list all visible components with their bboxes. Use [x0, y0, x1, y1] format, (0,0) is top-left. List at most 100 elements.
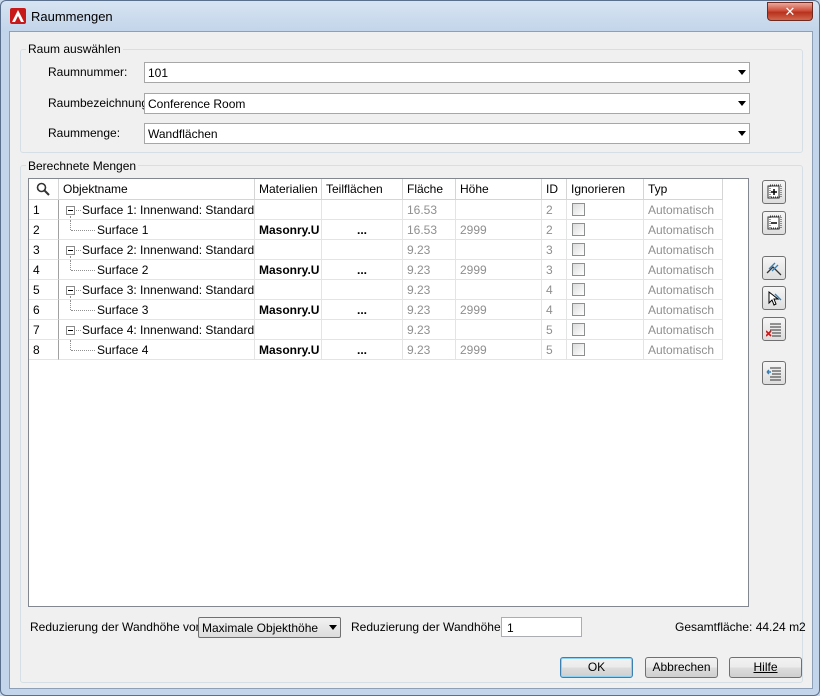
tree-child-label[interactable]: Surface 3 [59, 300, 255, 320]
type-cell[interactable]: Automatisch [644, 340, 723, 360]
search-header-cell[interactable] [29, 179, 59, 200]
id-cell[interactable]: 4 [542, 280, 567, 300]
ignore-checkbox[interactable] [572, 323, 585, 336]
col-header-height[interactable]: Höhe [456, 179, 542, 200]
room-quantity-dropdown[interactable]: Wandflächen [144, 123, 750, 144]
delete-row-button[interactable] [762, 317, 786, 341]
expand-all-button[interactable] [762, 180, 786, 204]
ignore-cell[interactable] [567, 260, 644, 280]
table-row[interactable]: 7 Surface 4: Innenwand: Standard 9.23 5 Auto… [29, 320, 723, 340]
ignore-checkbox[interactable] [572, 343, 585, 356]
material-cell[interactable]: Masonry.U [255, 260, 322, 280]
col-header-materials[interactable]: Materialien [255, 179, 322, 200]
height-cell[interactable]: 2999 [456, 340, 542, 360]
area-cell[interactable]: 9.23 [403, 320, 456, 340]
ignore-checkbox[interactable] [572, 243, 585, 256]
area-cell[interactable]: 16.53 [403, 200, 456, 220]
tree-parent-label[interactable]: Surface 3: Innenwand: Standard [59, 280, 255, 300]
ignore-checkbox[interactable] [572, 203, 585, 216]
collapse-node-icon[interactable] [66, 246, 75, 255]
subsurfaces-cell[interactable]: ... [322, 300, 403, 320]
cancel-button[interactable]: Abbrechen [645, 657, 718, 678]
area-cell[interactable]: 16.53 [403, 220, 456, 240]
room-name-dropdown[interactable]: Conference Room [144, 93, 750, 114]
height-cell[interactable] [456, 320, 542, 340]
subsurfaces-cell[interactable] [322, 240, 403, 260]
ignore-cell[interactable] [567, 220, 644, 240]
ignore-cell[interactable] [567, 200, 644, 220]
ignore-checkbox[interactable] [572, 263, 585, 276]
table-row[interactable]: 4 Surface 2 Masonry.U... 9.23 2999 3 Automatis… [29, 260, 723, 280]
area-cell[interactable]: 9.23 [403, 340, 456, 360]
col-header-name[interactable]: Objektname [59, 179, 255, 200]
id-cell[interactable]: 5 [542, 340, 567, 360]
table-row[interactable]: 6 Surface 3 Masonry.U... 9.23 2999 4 Automatis… [29, 300, 723, 320]
tree-parent-label[interactable]: Surface 4: Innenwand: Standard [59, 320, 255, 340]
close-button[interactable]: ✕ [767, 2, 813, 21]
col-header-ignore[interactable]: Ignorieren [567, 179, 644, 200]
ignore-checkbox[interactable] [572, 303, 585, 316]
table-row[interactable]: 3 Surface 2: Innenwand: Standard 9.23 3 Auto… [29, 240, 723, 260]
ignore-cell[interactable] [567, 240, 644, 260]
subsurfaces-cell[interactable]: ... [322, 220, 403, 240]
table-row[interactable]: 5 Surface 3: Innenwand: Standard 9.23 4 Auto… [29, 280, 723, 300]
material-cell[interactable]: Masonry.U [255, 220, 322, 240]
help-button[interactable]: Hilfe [729, 657, 802, 678]
height-cell[interactable]: 2999 [456, 300, 542, 320]
height-cell[interactable] [456, 280, 542, 300]
edit-surface-button[interactable] [762, 256, 786, 280]
material-cell[interactable] [255, 240, 322, 260]
subsurfaces-cell[interactable] [322, 200, 403, 220]
search-icon[interactable] [36, 182, 50, 196]
material-cell[interactable]: Masonry.U [255, 300, 322, 320]
height-cell[interactable]: 2999 [456, 220, 542, 240]
collapse-node-icon[interactable] [66, 206, 75, 215]
collapse-node-icon[interactable] [66, 326, 75, 335]
height-cell[interactable]: 2999 [456, 260, 542, 280]
ok-button[interactable]: OK [560, 657, 633, 678]
tree-child-label[interactable]: Surface 4 [59, 340, 255, 360]
tree-parent-label[interactable]: Surface 1: Innenwand: Standard [59, 200, 255, 220]
material-cell[interactable] [255, 280, 322, 300]
area-cell[interactable]: 9.23 [403, 240, 456, 260]
type-cell[interactable]: Automatisch [644, 220, 723, 240]
ignore-cell[interactable] [567, 280, 644, 300]
area-cell[interactable]: 9.23 [403, 280, 456, 300]
height-cell[interactable] [456, 240, 542, 260]
type-cell[interactable]: Automatisch [644, 260, 723, 280]
material-cell[interactable]: Masonry.U [255, 340, 322, 360]
material-cell[interactable] [255, 200, 322, 220]
tree-child-label[interactable]: Surface 1 [59, 220, 255, 240]
tree-child-label[interactable]: Surface 2 [59, 260, 255, 280]
type-cell[interactable]: Automatisch [644, 300, 723, 320]
type-cell[interactable]: Automatisch [644, 240, 723, 260]
table-row[interactable]: 2 Surface 1 Masonry.U... 16.53 2999 2 Automati… [29, 220, 723, 240]
type-cell[interactable]: Automatisch [644, 280, 723, 300]
type-cell[interactable]: Automatisch [644, 200, 723, 220]
id-cell[interactable]: 5 [542, 320, 567, 340]
area-cell[interactable]: 9.23 [403, 300, 456, 320]
id-cell[interactable]: 2 [542, 220, 567, 240]
subsurfaces-cell[interactable] [322, 320, 403, 340]
ignore-checkbox[interactable] [572, 223, 585, 236]
id-cell[interactable]: 3 [542, 260, 567, 280]
import-row-button[interactable] [762, 361, 786, 385]
table-row[interactable]: 8 Surface 4 Masonry.U... 9.23 2999 5 Automatis… [29, 340, 723, 360]
ignore-cell[interactable] [567, 320, 644, 340]
area-cell[interactable]: 9.23 [403, 260, 456, 280]
tree-parent-label[interactable]: Surface 2: Innenwand: Standard [59, 240, 255, 260]
id-cell[interactable]: 2 [542, 200, 567, 220]
table-row[interactable]: 1 Surface 1: Innenwand: Standard 16.53 2 Aut… [29, 200, 723, 220]
col-header-subsurfaces[interactable]: Teilflächen [322, 179, 403, 200]
subsurfaces-cell[interactable] [322, 280, 403, 300]
id-cell[interactable]: 3 [542, 240, 567, 260]
type-cell[interactable]: Automatisch [644, 320, 723, 340]
reduce-height-input[interactable]: 1 [501, 617, 582, 637]
collapse-all-button[interactable] [762, 211, 786, 235]
select-object-button[interactable] [762, 286, 786, 310]
subsurfaces-cell[interactable]: ... [322, 260, 403, 280]
room-number-dropdown[interactable]: 101 [144, 62, 750, 83]
height-cell[interactable] [456, 200, 542, 220]
col-header-area[interactable]: Fläche [403, 179, 456, 200]
col-header-id[interactable]: ID [542, 179, 567, 200]
